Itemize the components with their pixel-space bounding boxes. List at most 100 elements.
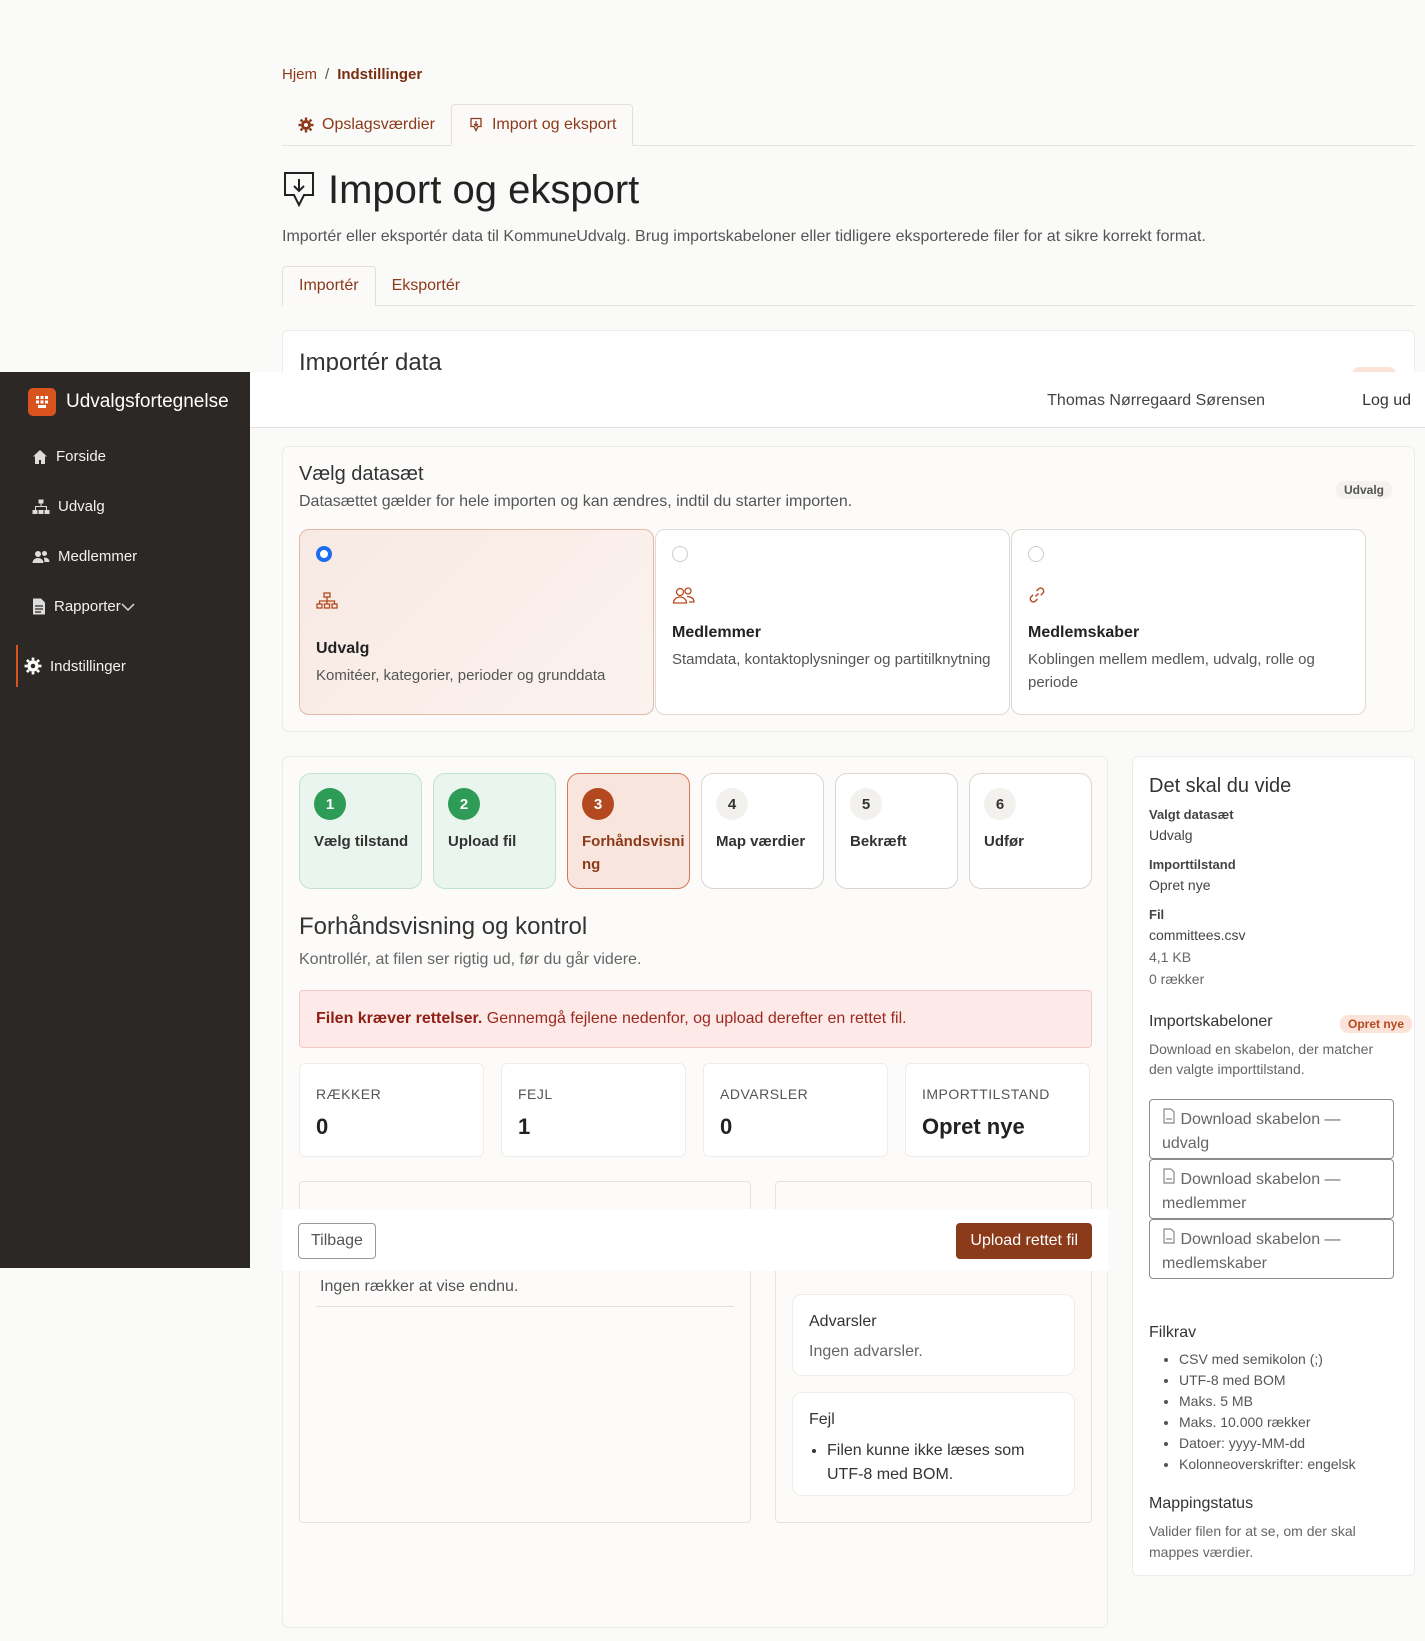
tab-lookup-values[interactable]: Opslagsværdier (282, 104, 451, 146)
file-name: committees.csv (1149, 927, 1246, 943)
mapping-status-title: Mappingstatus (1149, 1495, 1254, 1512)
brand-logo-icon (28, 388, 56, 416)
chevron-down-icon (121, 602, 135, 611)
download-template-medlemmer-button[interactable]: Download skabelon — medlemmer (1149, 1159, 1394, 1219)
sidebar-item-label: Indstillinger (50, 657, 126, 675)
stat-value: 0 (316, 1114, 329, 1139)
warnings-body: Ingen advarsler. (809, 1343, 923, 1360)
step-label: Bekræft (850, 833, 907, 850)
dataset-option-name: Medlemskaber (1028, 624, 1140, 641)
gear-icon (298, 117, 314, 133)
requirement-item: Kolonneoverskrifter: engelsk (1179, 1454, 1356, 1475)
stat-label: FEJL (518, 1086, 553, 1102)
page-title: Import og eksport (282, 168, 639, 213)
step-number: 5 (850, 788, 882, 820)
selected-dataset-value: Udvalg (1149, 827, 1193, 843)
templates-badge: Opret nye (1339, 1015, 1412, 1033)
template-button-label: Download skabelon — udvalg (1162, 1111, 1341, 1152)
stat-value: 1 (518, 1114, 531, 1139)
stat-warnings: ADVARSLER 0 (703, 1063, 888, 1157)
requirement-item: CSV med semikolon (;) (1179, 1349, 1356, 1370)
divider (316, 1306, 734, 1307)
wizard-step-4: 4 Map værdier (701, 773, 824, 889)
radio-selected[interactable] (316, 546, 332, 562)
home-icon (33, 449, 47, 464)
tab-import[interactable]: Importér (282, 266, 376, 306)
sidebar-item-label: Udvalg (58, 498, 105, 515)
error-item: Filen kunne ikke læses som UTF-8 med BOM… (827, 1439, 1057, 1487)
breadcrumb-current: Indstillinger (337, 66, 423, 83)
download-template-udvalg-button[interactable]: Download skabelon — udvalg (1149, 1099, 1394, 1159)
step-number: 3 (582, 788, 614, 820)
sidebar: Udvalgsfortegnelse Forside Udvalg Medlem… (0, 372, 250, 1268)
template-button-label: Download skabelon — medlemmer (1162, 1171, 1341, 1212)
wizard-step-1[interactable]: 1 Vælg tilstand (299, 773, 422, 889)
sidebar-item-medlemmer[interactable]: Medlemmer (32, 548, 137, 565)
info-panel: Det skal du vide Valgt datasæt Udvalg Im… (1132, 756, 1415, 1576)
alert-strong: Filen kræver rettelser. (316, 1010, 483, 1027)
stat-import-mode: IMPORTTILSTAND Opret nye (905, 1063, 1090, 1157)
import-mode-value: Opret nye (1149, 877, 1211, 893)
download-template-medlemskaber-button[interactable]: Download skabelon — medlemskaber (1149, 1219, 1394, 1279)
logout-link[interactable]: Log ud (1362, 392, 1411, 410)
stat-label: IMPORTTILSTAND (922, 1086, 1050, 1102)
requirement-item: Maks. 5 MB (1179, 1391, 1356, 1412)
step-number: 4 (716, 788, 748, 820)
warnings-card: Advarsler Ingen advarsler. (792, 1294, 1075, 1376)
dataset-option-desc: Komitéer, kategorier, perioder og grundd… (316, 667, 606, 684)
step-number: 6 (984, 788, 1016, 820)
dataset-option-desc: Koblingen mellem medlem, udvalg, rolle o… (1028, 651, 1315, 691)
step-number: 1 (314, 788, 346, 820)
brand-name: Udvalgsfortegnelse (66, 391, 229, 412)
dataset-option-desc: Stamdata, kontaktoplysninger og partitil… (672, 651, 991, 668)
page-description: Importér eller eksportér data til Kommun… (282, 228, 1206, 245)
sidebar-item-indstillinger[interactable]: Indstillinger (16, 645, 126, 687)
back-button[interactable]: Tilbage (298, 1223, 376, 1259)
user-name[interactable]: Thomas Nørregaard Sørensen (1047, 392, 1265, 410)
stat-label: RÆKKER (316, 1086, 382, 1102)
tab-import-export[interactable]: Import og eksport (450, 104, 634, 146)
brand[interactable]: Udvalgsfortegnelse (28, 388, 229, 416)
dataset-subtitle: Datasættet gælder for hele importen og k… (299, 493, 853, 510)
sidebar-item-label: Forside (56, 448, 107, 465)
breadcrumb-separator: / (325, 66, 330, 83)
dataset-title: Vælg datasæt (299, 463, 424, 485)
breadcrumb: Hjem / Indstillinger (282, 66, 422, 83)
alert-text: Gennemgå fejlene nedenfor, og upload der… (482, 1010, 907, 1027)
preview-title: Forhåndsvisning og kontrol (299, 913, 588, 940)
file-icon (1163, 1168, 1175, 1184)
template-button-label: Download skabelon — medlemskaber (1162, 1231, 1341, 1272)
requirement-item: Maks. 10.000 rækker (1179, 1412, 1356, 1433)
stat-rows: RÆKKER 0 (299, 1063, 484, 1157)
breadcrumb-home-link[interactable]: Hjem (282, 66, 317, 83)
import-mode-label: Importtilstand (1149, 857, 1236, 872)
file-icon (1163, 1108, 1175, 1124)
dataset-option-udvalg[interactable]: Udvalg Komitéer, kategorier, perioder og… (299, 529, 654, 715)
errors-title: Fejl (809, 1411, 835, 1428)
preview-subtitle: Kontrollér, at filen ser rigtig ud, før … (299, 951, 642, 968)
stat-value: 0 (720, 1114, 733, 1139)
radio-unselected[interactable] (672, 546, 688, 562)
requirement-item: Datoer: yyyy-MM-dd (1179, 1433, 1356, 1454)
requirements-title: Filkrav (1149, 1324, 1197, 1341)
sidebar-item-forside[interactable]: Forside (32, 448, 106, 465)
sidebar-item-label: Rapporter (54, 598, 121, 615)
sidebar-item-rapporter[interactable]: Rapporter (32, 598, 135, 615)
upload-corrected-file-button[interactable]: Upload rettet fil (956, 1223, 1092, 1259)
step-label: Map værdier (716, 833, 806, 850)
wizard-step-2[interactable]: 2 Upload fil (433, 773, 556, 889)
wizard-step-3[interactable]: 3 Forhåndsvisning (567, 773, 690, 889)
dataset-option-medlemmer[interactable]: Medlemmer Stamdata, kontaktoplysninger o… (655, 529, 1010, 715)
tab-export[interactable]: Eksportér (376, 266, 476, 306)
sidebar-item-udvalg[interactable]: Udvalg (32, 498, 105, 515)
dataset-card: Vælg datasæt Datasættet gælder for hele … (282, 446, 1415, 732)
dataset-option-medlemskaber[interactable]: Medlemskaber Koblingen mellem medlem, ud… (1011, 529, 1366, 715)
stat-errors: FEJL 1 (501, 1063, 686, 1157)
org-chart-icon (32, 499, 50, 514)
file-size: 4,1 KB (1149, 949, 1192, 965)
selected-dataset-label: Valgt datasæt (1149, 807, 1234, 822)
users-icon (32, 550, 50, 563)
radio-unselected[interactable] (1028, 546, 1044, 562)
gear-icon (24, 657, 42, 675)
download-tray-icon (284, 171, 314, 207)
